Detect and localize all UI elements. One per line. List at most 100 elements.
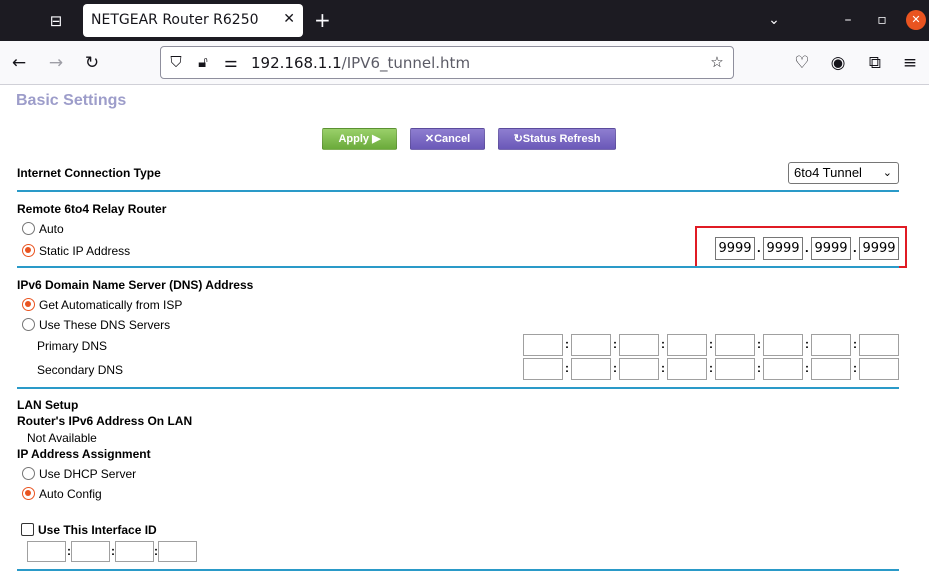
- primary-dns-field-8[interactable]: [859, 334, 899, 356]
- dns-heading: IPv6 Domain Name Server (DNS) Address: [17, 278, 254, 292]
- secondary-dns-field-6[interactable]: [763, 358, 803, 380]
- extensions-icon[interactable]: ⧉: [864, 52, 886, 74]
- colon-separator: :: [757, 361, 761, 375]
- section-divider: [17, 190, 899, 192]
- primary-dns-field-7[interactable]: [811, 334, 851, 356]
- router-ipv6-value: Not Available: [27, 431, 97, 445]
- chevron-down-icon[interactable]: ⌄: [764, 10, 784, 30]
- account-icon[interactable]: ◉: [827, 52, 849, 74]
- tab-title: NETGEAR Router R6250: [91, 12, 259, 28]
- interface-id-checkbox[interactable]: [21, 523, 34, 536]
- primary-dns-field-5[interactable]: [715, 334, 755, 356]
- browser-nav-bar: ← → ↻ ⛉ 🔓︎ ⚌ 192.168.1.1/IPV6_tunnel.htm…: [0, 41, 929, 85]
- window-close-icon[interactable]: ✕: [906, 10, 926, 30]
- secondary-dns-field-4[interactable]: [667, 358, 707, 380]
- relay-ip-octet-3[interactable]: 9999: [811, 237, 851, 260]
- address-bar[interactable]: ⛉ 🔓︎ ⚌ 192.168.1.1/IPV6_tunnel.htm ☆: [160, 46, 734, 79]
- maximize-icon[interactable]: ▫: [872, 10, 892, 30]
- forward-arrow-icon[interactable]: →: [45, 52, 67, 74]
- relay-auto-radio[interactable]: [22, 222, 35, 235]
- colon-separator: :: [805, 337, 809, 351]
- colon-separator: :: [853, 337, 857, 351]
- relay-ip-octet-1[interactable]: 9999: [715, 237, 755, 260]
- ip-dot: .: [805, 240, 809, 255]
- primary-dns-field-1[interactable]: [523, 334, 563, 356]
- internet-connection-type-label: Internet Connection Type: [17, 166, 161, 180]
- secondary-dns-field-8[interactable]: [859, 358, 899, 380]
- colon-separator: :: [565, 337, 569, 351]
- tab-close-icon[interactable]: ✕: [283, 11, 295, 27]
- ip-dot: .: [853, 240, 857, 255]
- secondary-dns-label: Secondary DNS: [37, 363, 124, 377]
- shield-icon[interactable]: ⛉: [166, 52, 186, 72]
- page-title: Basic Settings: [16, 92, 127, 109]
- colon-separator: :: [661, 337, 665, 351]
- colon-separator: :: [757, 337, 761, 351]
- section-divider: [17, 387, 899, 389]
- lan-setup-heading: LAN Setup: [17, 398, 79, 412]
- ip-dot: .: [757, 240, 761, 255]
- primary-dns-label: Primary DNS: [37, 339, 108, 353]
- cancel-button[interactable]: ✕Cancel: [410, 128, 485, 150]
- lan-auto-config-radio[interactable]: [22, 487, 35, 500]
- apply-button[interactable]: Apply ▶: [322, 128, 397, 150]
- pocket-icon[interactable]: ♡: [791, 52, 813, 74]
- secondary-dns-field-3[interactable]: [619, 358, 659, 380]
- colon-separator: :: [661, 361, 665, 375]
- dns-manual-radio[interactable]: [22, 318, 35, 331]
- secondary-dns-field-1[interactable]: [523, 358, 563, 380]
- interface-id-field-2[interactable]: [71, 541, 110, 562]
- primary-dns-field-4[interactable]: [667, 334, 707, 356]
- relay-auto-label: Auto: [39, 222, 64, 236]
- browser-tab[interactable]: NETGEAR Router R6250 ✕: [83, 4, 303, 37]
- minimize-icon[interactable]: –: [838, 10, 858, 30]
- status-refresh-button[interactable]: ↻Status Refresh: [498, 128, 616, 150]
- router-ipv6-label: Router's IPv6 Address On LAN: [17, 414, 193, 428]
- secondary-dns-field-2[interactable]: [571, 358, 611, 380]
- lan-dhcp-label: Use DHCP Server: [39, 467, 137, 481]
- relay-ip-octet-2[interactable]: 9999: [763, 237, 803, 260]
- dns-auto-radio[interactable]: [22, 298, 35, 311]
- colon-separator: :: [709, 361, 713, 375]
- colon-separator: :: [613, 361, 617, 375]
- connection-type-value: 6to4 Tunnel: [794, 165, 862, 180]
- lan-auto-config-label: Auto Config: [39, 487, 102, 501]
- ip-assignment-heading: IP Address Assignment: [17, 447, 151, 461]
- section-divider: [17, 266, 899, 268]
- section-divider: [17, 569, 899, 571]
- router-page: Basic Settings Apply ▶ ✕Cancel ↻Status R…: [0, 85, 929, 574]
- interface-id-field-4[interactable]: [158, 541, 197, 562]
- colon-separator: :: [565, 361, 569, 375]
- browser-tab-bar: ⊟ NETGEAR Router R6250 ✕ + ⌄ – ▫ ✕: [0, 0, 929, 41]
- permissions-icon[interactable]: ⚌: [221, 52, 241, 72]
- colon-separator: :: [853, 361, 857, 375]
- url-text[interactable]: 192.168.1.1/IPV6_tunnel.htm: [251, 54, 470, 72]
- lock-insecure-icon[interactable]: 🔓︎: [193, 52, 213, 72]
- connection-type-select[interactable]: 6to4 Tunnel ⌄: [788, 162, 899, 184]
- interface-id-field-1[interactable]: [27, 541, 66, 562]
- interface-id-label: Use This Interface ID: [38, 523, 157, 537]
- back-arrow-icon[interactable]: ←: [8, 52, 30, 74]
- dns-manual-label: Use These DNS Servers: [39, 318, 171, 332]
- colon-separator: :: [613, 337, 617, 351]
- relay-static-radio[interactable]: [22, 244, 35, 257]
- menu-icon[interactable]: ≡: [899, 52, 921, 74]
- tab-list-icon[interactable]: ⊟: [44, 10, 68, 32]
- primary-dns-field-6[interactable]: [763, 334, 803, 356]
- secondary-dns-field-5[interactable]: [715, 358, 755, 380]
- lan-dhcp-radio[interactable]: [22, 467, 35, 480]
- interface-id-field-3[interactable]: [115, 541, 154, 562]
- relay-static-label: Static IP Address: [39, 244, 131, 258]
- colon-separator: :: [805, 361, 809, 375]
- relay-ip-octet-4[interactable]: 9999: [859, 237, 899, 260]
- secondary-dns-field-7[interactable]: [811, 358, 851, 380]
- dns-auto-label: Get Automatically from ISP: [39, 298, 183, 312]
- relay-router-heading: Remote 6to4 Relay Router: [17, 202, 167, 216]
- chevron-down-icon: ⌄: [882, 166, 892, 179]
- primary-dns-field-3[interactable]: [619, 334, 659, 356]
- bookmark-star-icon[interactable]: ☆: [707, 52, 727, 72]
- primary-dns-field-2[interactable]: [571, 334, 611, 356]
- reload-icon[interactable]: ↻: [81, 52, 103, 74]
- colon-separator: :: [709, 337, 713, 351]
- new-tab-icon[interactable]: +: [314, 8, 331, 32]
